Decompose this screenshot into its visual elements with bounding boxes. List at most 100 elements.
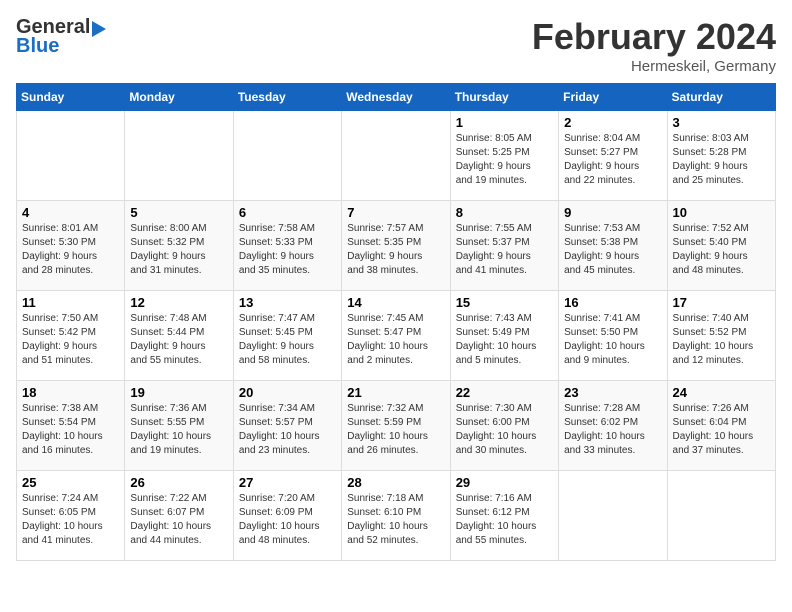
cell-info: Sunrise: 7:43 AM Sunset: 5:49 PM Dayligh…: [456, 312, 553, 368]
calendar-cell: 22Sunrise: 7:30 AM Sunset: 6:00 PM Dayli…: [450, 381, 558, 471]
calendar-cell: 5Sunrise: 8:00 AM Sunset: 5:32 PM Daylig…: [125, 201, 233, 291]
calendar-cell: 10 Sunrise: 7:52 AM Sunset: 5:40 PM Dayli…: [667, 201, 775, 291]
logo-blue-text: Blue: [16, 35, 59, 58]
calendar-cell: 28 Sunrise: 7:18 AM Sunset: 6:10 PM Dayli…: [342, 471, 450, 561]
day-header-friday: Friday: [559, 84, 667, 111]
calendar-subtitle: Hermeskeil, Germany: [532, 58, 776, 75]
day-number: 22: [456, 385, 553, 400]
day-header-wednesday: Wednesday: [342, 84, 450, 111]
page-header: General Blue February 2024 Hermeskeil, G…: [16, 16, 776, 75]
cell-info: Sunrise: 7:32 AM Sunset: 5:59 PM Dayligh…: [347, 402, 444, 458]
day-number: 21: [347, 385, 444, 400]
calendar-cell: 13 Sunrise: 7:47 AM Sunset: 5:45 PM Dayli…: [233, 291, 341, 381]
cell-info: Sunrise: 8:01 AM Sunset: 5:30 PM Dayligh…: [22, 222, 119, 278]
day-number: 24: [673, 385, 770, 400]
calendar-cell: 15Sunrise: 7:43 AM Sunset: 5:49 PM Dayli…: [450, 291, 558, 381]
cell-info: Sunrise: 8:03 AM Sunset: 5:28 PM Dayligh…: [673, 132, 770, 188]
cell-info: Sunrise: 7:47 AM Sunset: 5:45 PM Dayligh…: [239, 312, 336, 368]
calendar-cell: 7 Sunrise: 7:57 AM Sunset: 5:35 PM Daylig…: [342, 201, 450, 291]
calendar-cell: 20 Sunrise: 7:34 AM Sunset: 5:57 PM Dayli…: [233, 381, 341, 471]
calendar-table: SundayMondayTuesdayWednesdayThursdayFrid…: [16, 83, 776, 561]
calendar-cell: [17, 111, 125, 201]
cell-info: Sunrise: 7:52 AM Sunset: 5:40 PM Dayligh…: [673, 222, 770, 278]
cell-info: Sunrise: 7:36 AM Sunset: 5:55 PM Dayligh…: [130, 402, 227, 458]
calendar-header-row: SundayMondayTuesdayWednesdayThursdayFrid…: [17, 84, 776, 111]
calendar-cell: [559, 471, 667, 561]
cell-info: Sunrise: 7:18 AM Sunset: 6:10 PM Dayligh…: [347, 492, 444, 548]
day-number: 4: [22, 205, 119, 220]
calendar-cell: 17 Sunrise: 7:40 AM Sunset: 5:52 PM Dayli…: [667, 291, 775, 381]
calendar-week-row: 11 Sunrise: 7:50 AM Sunset: 5:42 PM Dayli…: [17, 291, 776, 381]
day-number: 19: [130, 385, 227, 400]
day-number: 13: [239, 295, 336, 310]
day-number: 1: [456, 115, 553, 130]
calendar-week-row: 25Sunrise: 7:24 AM Sunset: 6:05 PM Dayli…: [17, 471, 776, 561]
calendar-cell: 24Sunrise: 7:26 AM Sunset: 6:04 PM Dayli…: [667, 381, 775, 471]
calendar-cell: 1 Sunrise: 8:05 AM Sunset: 5:25 PM Daylig…: [450, 111, 558, 201]
day-header-thursday: Thursday: [450, 84, 558, 111]
calendar-cell: 25Sunrise: 7:24 AM Sunset: 6:05 PM Dayli…: [17, 471, 125, 561]
calendar-cell: 18Sunrise: 7:38 AM Sunset: 5:54 PM Dayli…: [17, 381, 125, 471]
day-number: 16: [564, 295, 661, 310]
calendar-cell: 16 Sunrise: 7:41 AM Sunset: 5:50 PM Dayli…: [559, 291, 667, 381]
day-header-monday: Monday: [125, 84, 233, 111]
day-number: 28: [347, 475, 444, 490]
calendar-cell: [125, 111, 233, 201]
calendar-cell: [233, 111, 341, 201]
calendar-cell: 29 Sunrise: 7:16 AM Sunset: 6:12 PM Dayli…: [450, 471, 558, 561]
calendar-cell: 9 Sunrise: 7:53 AM Sunset: 5:38 PM Daylig…: [559, 201, 667, 291]
calendar-week-row: 1 Sunrise: 8:05 AM Sunset: 5:25 PM Daylig…: [17, 111, 776, 201]
calendar-cell: [342, 111, 450, 201]
calendar-cell: 19 Sunrise: 7:36 AM Sunset: 5:55 PM Dayli…: [125, 381, 233, 471]
calendar-cell: 26Sunrise: 7:22 AM Sunset: 6:07 PM Dayli…: [125, 471, 233, 561]
cell-info: Sunrise: 7:34 AM Sunset: 5:57 PM Dayligh…: [239, 402, 336, 458]
calendar-cell: 14 Sunrise: 7:45 AM Sunset: 5:47 PM Dayli…: [342, 291, 450, 381]
logo-arrow-icon: [92, 21, 106, 37]
day-number: 27: [239, 475, 336, 490]
day-number: 14: [347, 295, 444, 310]
calendar-cell: 11 Sunrise: 7:50 AM Sunset: 5:42 PM Dayli…: [17, 291, 125, 381]
calendar-cell: 21 Sunrise: 7:32 AM Sunset: 5:59 PM Dayli…: [342, 381, 450, 471]
day-number: 12: [130, 295, 227, 310]
day-header-saturday: Saturday: [667, 84, 775, 111]
day-header-tuesday: Tuesday: [233, 84, 341, 111]
calendar-cell: 23 Sunrise: 7:28 AM Sunset: 6:02 PM Dayli…: [559, 381, 667, 471]
day-number: 7: [347, 205, 444, 220]
day-number: 8: [456, 205, 553, 220]
day-number: 9: [564, 205, 661, 220]
cell-info: Sunrise: 7:28 AM Sunset: 6:02 PM Dayligh…: [564, 402, 661, 458]
day-number: 29: [456, 475, 553, 490]
cell-info: Sunrise: 7:20 AM Sunset: 6:09 PM Dayligh…: [239, 492, 336, 548]
day-number: 6: [239, 205, 336, 220]
cell-info: Sunrise: 7:57 AM Sunset: 5:35 PM Dayligh…: [347, 222, 444, 278]
cell-info: Sunrise: 7:41 AM Sunset: 5:50 PM Dayligh…: [564, 312, 661, 368]
day-number: 20: [239, 385, 336, 400]
day-number: 5: [130, 205, 227, 220]
calendar-cell: 3Sunrise: 8:03 AM Sunset: 5:28 PM Daylig…: [667, 111, 775, 201]
calendar-cell: 6 Sunrise: 7:58 AM Sunset: 5:33 PM Daylig…: [233, 201, 341, 291]
day-number: 11: [22, 295, 119, 310]
calendar-cell: 27 Sunrise: 7:20 AM Sunset: 6:09 PM Dayli…: [233, 471, 341, 561]
day-number: 26: [130, 475, 227, 490]
day-number: 17: [673, 295, 770, 310]
day-number: 10: [673, 205, 770, 220]
cell-info: Sunrise: 7:45 AM Sunset: 5:47 PM Dayligh…: [347, 312, 444, 368]
cell-info: Sunrise: 8:04 AM Sunset: 5:27 PM Dayligh…: [564, 132, 661, 188]
cell-info: Sunrise: 7:24 AM Sunset: 6:05 PM Dayligh…: [22, 492, 119, 548]
calendar-week-row: 18Sunrise: 7:38 AM Sunset: 5:54 PM Dayli…: [17, 381, 776, 471]
cell-info: Sunrise: 8:05 AM Sunset: 5:25 PM Dayligh…: [456, 132, 553, 188]
cell-info: Sunrise: 7:58 AM Sunset: 5:33 PM Dayligh…: [239, 222, 336, 278]
calendar-cell: 8Sunrise: 7:55 AM Sunset: 5:37 PM Daylig…: [450, 201, 558, 291]
logo: General Blue: [16, 16, 106, 58]
cell-info: Sunrise: 7:53 AM Sunset: 5:38 PM Dayligh…: [564, 222, 661, 278]
calendar-cell: 2Sunrise: 8:04 AM Sunset: 5:27 PM Daylig…: [559, 111, 667, 201]
cell-info: Sunrise: 7:40 AM Sunset: 5:52 PM Dayligh…: [673, 312, 770, 368]
day-number: 23: [564, 385, 661, 400]
calendar-title: February 2024: [532, 16, 776, 58]
day-header-sunday: Sunday: [17, 84, 125, 111]
calendar-week-row: 4 Sunrise: 8:01 AM Sunset: 5:30 PM Daylig…: [17, 201, 776, 291]
calendar-cell: [667, 471, 775, 561]
calendar-cell: 12Sunrise: 7:48 AM Sunset: 5:44 PM Dayli…: [125, 291, 233, 381]
cell-info: Sunrise: 7:16 AM Sunset: 6:12 PM Dayligh…: [456, 492, 553, 548]
cell-info: Sunrise: 7:50 AM Sunset: 5:42 PM Dayligh…: [22, 312, 119, 368]
